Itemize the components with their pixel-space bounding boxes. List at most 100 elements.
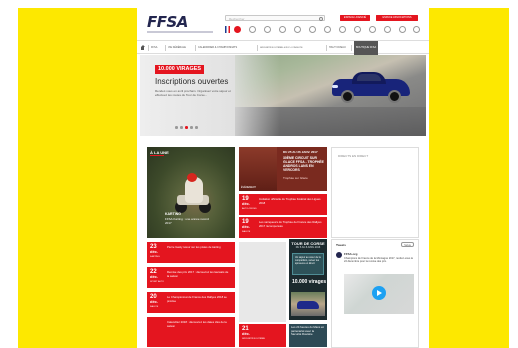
carousel-dot[interactable] bbox=[195, 126, 198, 129]
news-card[interactable]: 20 déc. RALLYE Le Championnat de France … bbox=[147, 292, 235, 313]
discipline-icon-circle[interactable] bbox=[264, 26, 271, 33]
discipline-icon-circle[interactable] bbox=[354, 26, 361, 33]
nav-item-calendrier[interactable]: calendrier & championnats bbox=[198, 41, 237, 55]
twitter-avatar bbox=[336, 252, 342, 258]
yellow-left-band bbox=[18, 8, 137, 348]
news-title: Invitation officielle du Trophée Fédéral… bbox=[259, 197, 321, 205]
tour-body: Un séjour au cœur de la compétition, sui… bbox=[292, 253, 324, 275]
discipline-icon-circle[interactable] bbox=[399, 26, 406, 33]
news-title: Le Championnat de France des Rallyes 201… bbox=[167, 295, 227, 303]
nav-divider bbox=[195, 45, 196, 51]
twitter-header: Tweets bbox=[336, 243, 346, 247]
news-title: Calendrier 2018 : découvrez les dates cl… bbox=[167, 320, 227, 328]
carousel-dots bbox=[175, 126, 205, 129]
licencie-button[interactable]: ESPACE LICENCIÉ bbox=[340, 15, 370, 21]
discipline-icon-circle[interactable] bbox=[309, 26, 316, 33]
carousel-dot[interactable] bbox=[175, 126, 178, 129]
news-month: déc. bbox=[242, 331, 251, 336]
news-card[interactable]: 19 déc. AUTO-CROSS Invitation officielle… bbox=[239, 194, 327, 215]
nav-divider bbox=[148, 45, 149, 51]
news-month: déc. bbox=[150, 249, 159, 254]
hero-car-image bbox=[332, 69, 410, 103]
news-category: KARTING bbox=[150, 256, 160, 258]
nav-divider bbox=[257, 45, 258, 51]
news-card[interactable]: 19 déc. RALLYE Les vainqueurs du Trophée… bbox=[239, 217, 327, 238]
ffsa-logo[interactable]: FFSA bbox=[147, 13, 188, 31]
search-input[interactable]: Rechercher bbox=[225, 15, 325, 21]
home-icon[interactable] bbox=[140, 45, 145, 50]
news-category: SPORT AUTO bbox=[150, 281, 164, 283]
nav-item-haut-niveau[interactable]: haut niveau bbox=[329, 41, 346, 55]
news-card[interactable]: 23 déc. KARTING Pierre Gasly retour sur … bbox=[147, 242, 235, 263]
nav-divider bbox=[351, 45, 352, 51]
discipline-icon-circle[interactable] bbox=[279, 26, 286, 33]
event-date: DU 25 AU 26 JANV. 2017 bbox=[283, 150, 318, 154]
news-card[interactable]: Les 24 heures du Mans en partenariat ave… bbox=[289, 324, 327, 347]
tour-de-corse-ad[interactable]: TOUR DE CORSE DU 5 AU 8 AVRIL 2018 Un sé… bbox=[289, 239, 327, 320]
tweet-text: Champions de France de la Montagne 2017,… bbox=[344, 257, 414, 264]
news-title: Les 24 heures du Mans en partenariat ave… bbox=[291, 325, 325, 337]
discipline-icon-circle[interactable] bbox=[339, 26, 346, 33]
live-panel: DIRECTS EN DIRECT bbox=[331, 147, 419, 238]
tour-text: Un séjour au cœur de la compétition, sui… bbox=[295, 256, 321, 266]
hero-title[interactable]: Inscriptions ouvertes bbox=[155, 77, 228, 86]
news-card[interactable]: Calendrier 2018 : découvrez les dates cl… bbox=[147, 317, 235, 347]
discipline-icon-circle[interactable] bbox=[413, 26, 420, 33]
kart-rider-image bbox=[175, 173, 211, 217]
news-title: Les vainqueurs du Trophée de France des … bbox=[259, 220, 322, 228]
une-underline bbox=[150, 155, 164, 156]
associations-button[interactable]: ESPACE ASSOCIATIONS bbox=[376, 15, 418, 21]
news-grid: À LA UNE KARTING FFSA Karting : une anné… bbox=[137, 136, 429, 348]
news-month: déc. bbox=[150, 274, 159, 279]
search-icon bbox=[319, 16, 323, 21]
news-category: AUTO-CROSS bbox=[242, 208, 257, 210]
discipline-icon-circle[interactable] bbox=[294, 26, 301, 33]
play-icon[interactable] bbox=[372, 286, 386, 300]
hero-subtitle: Rendez-vous en avril prochain. Organisez… bbox=[155, 89, 231, 97]
news-month: déc. bbox=[242, 224, 251, 229]
logo-tagline bbox=[147, 31, 213, 33]
discipline-icon-circle[interactable] bbox=[234, 26, 241, 33]
site-header: FFSA Rechercher ESPACE LICENCIÉ ESPACE A… bbox=[137, 8, 429, 40]
nav-item-ffsa[interactable]: ffsa bbox=[151, 41, 157, 55]
twitter-follow-button[interactable]: Suivre bbox=[401, 242, 414, 247]
news-month: déc. bbox=[242, 201, 251, 206]
nav-item-vie-federale[interactable]: vie fédérale bbox=[168, 41, 186, 55]
news-title: Remise des prix 2017 : découvrez les lau… bbox=[167, 270, 229, 278]
event-title: 30ème circuit sur glace FFSA - trophée A… bbox=[283, 156, 324, 172]
headline-card[interactable]: À LA UNE KARTING FFSA Karting : une anné… bbox=[147, 147, 235, 238]
une-title: FFSA Karting : une année record 2017 bbox=[165, 217, 209, 225]
hero-tag: 10.000 VIRAGES bbox=[155, 65, 205, 74]
tweet-video[interactable] bbox=[344, 274, 414, 314]
hero-banner[interactable]: 10.000 VIRAGES Inscriptions ouvertes Ren… bbox=[140, 55, 426, 136]
news-image-card[interactable] bbox=[239, 242, 286, 322]
news-category: RALLYE bbox=[150, 306, 159, 308]
twitter-account-name[interactable]: FFSA.org bbox=[344, 252, 358, 256]
news-card[interactable]: 21 déc. SÉCURITÉ ROUTIÈRE bbox=[239, 324, 286, 347]
nav-item-securite[interactable]: sécurité routière & éco-conduite bbox=[260, 41, 303, 55]
yellow-right-band bbox=[429, 8, 509, 348]
discipline-icons bbox=[225, 25, 425, 35]
nav-item-boutique[interactable]: boutique ffsa bbox=[354, 41, 379, 55]
discipline-icon-circle[interactable] bbox=[369, 26, 376, 33]
carousel-dot-active[interactable] bbox=[185, 126, 188, 129]
france-flag-icon bbox=[225, 26, 230, 33]
nav-divider bbox=[326, 45, 327, 51]
carousel-dot[interactable] bbox=[180, 126, 183, 129]
news-card[interactable]: 22 déc. SPORT AUTO Remise des prix 2017 … bbox=[147, 267, 235, 288]
twitter-widget: Tweets Suivre FFSA.org Champions de Fran… bbox=[331, 239, 419, 348]
event-photo bbox=[239, 147, 277, 191]
event-subtitle: Trophée sur Glace bbox=[283, 176, 308, 180]
discipline-icon-circle[interactable] bbox=[384, 26, 391, 33]
featured-event-card[interactable]: ÉVÈNEMENT DU 25 AU 26 JANV. 2017 30ème c… bbox=[239, 147, 327, 191]
search-placeholder: Rechercher bbox=[229, 17, 245, 21]
nav-divider bbox=[165, 45, 166, 51]
discipline-icon-circle[interactable] bbox=[324, 26, 331, 33]
discipline-icon-circle[interactable] bbox=[249, 26, 256, 33]
carousel-dot[interactable] bbox=[190, 126, 193, 129]
live-panel-title: DIRECTS EN DIRECT bbox=[338, 154, 369, 158]
tour-subtitle: DU 5 AU 8 AVRIL 2018 bbox=[295, 246, 321, 249]
news-title: Pierre Gasly retour sur les pistes de ka… bbox=[167, 245, 221, 249]
main-navigation: ffsa vie fédérale calendrier & championn… bbox=[137, 40, 429, 55]
webpage: FFSA Rechercher ESPACE LICENCIÉ ESPACE A… bbox=[137, 8, 429, 348]
